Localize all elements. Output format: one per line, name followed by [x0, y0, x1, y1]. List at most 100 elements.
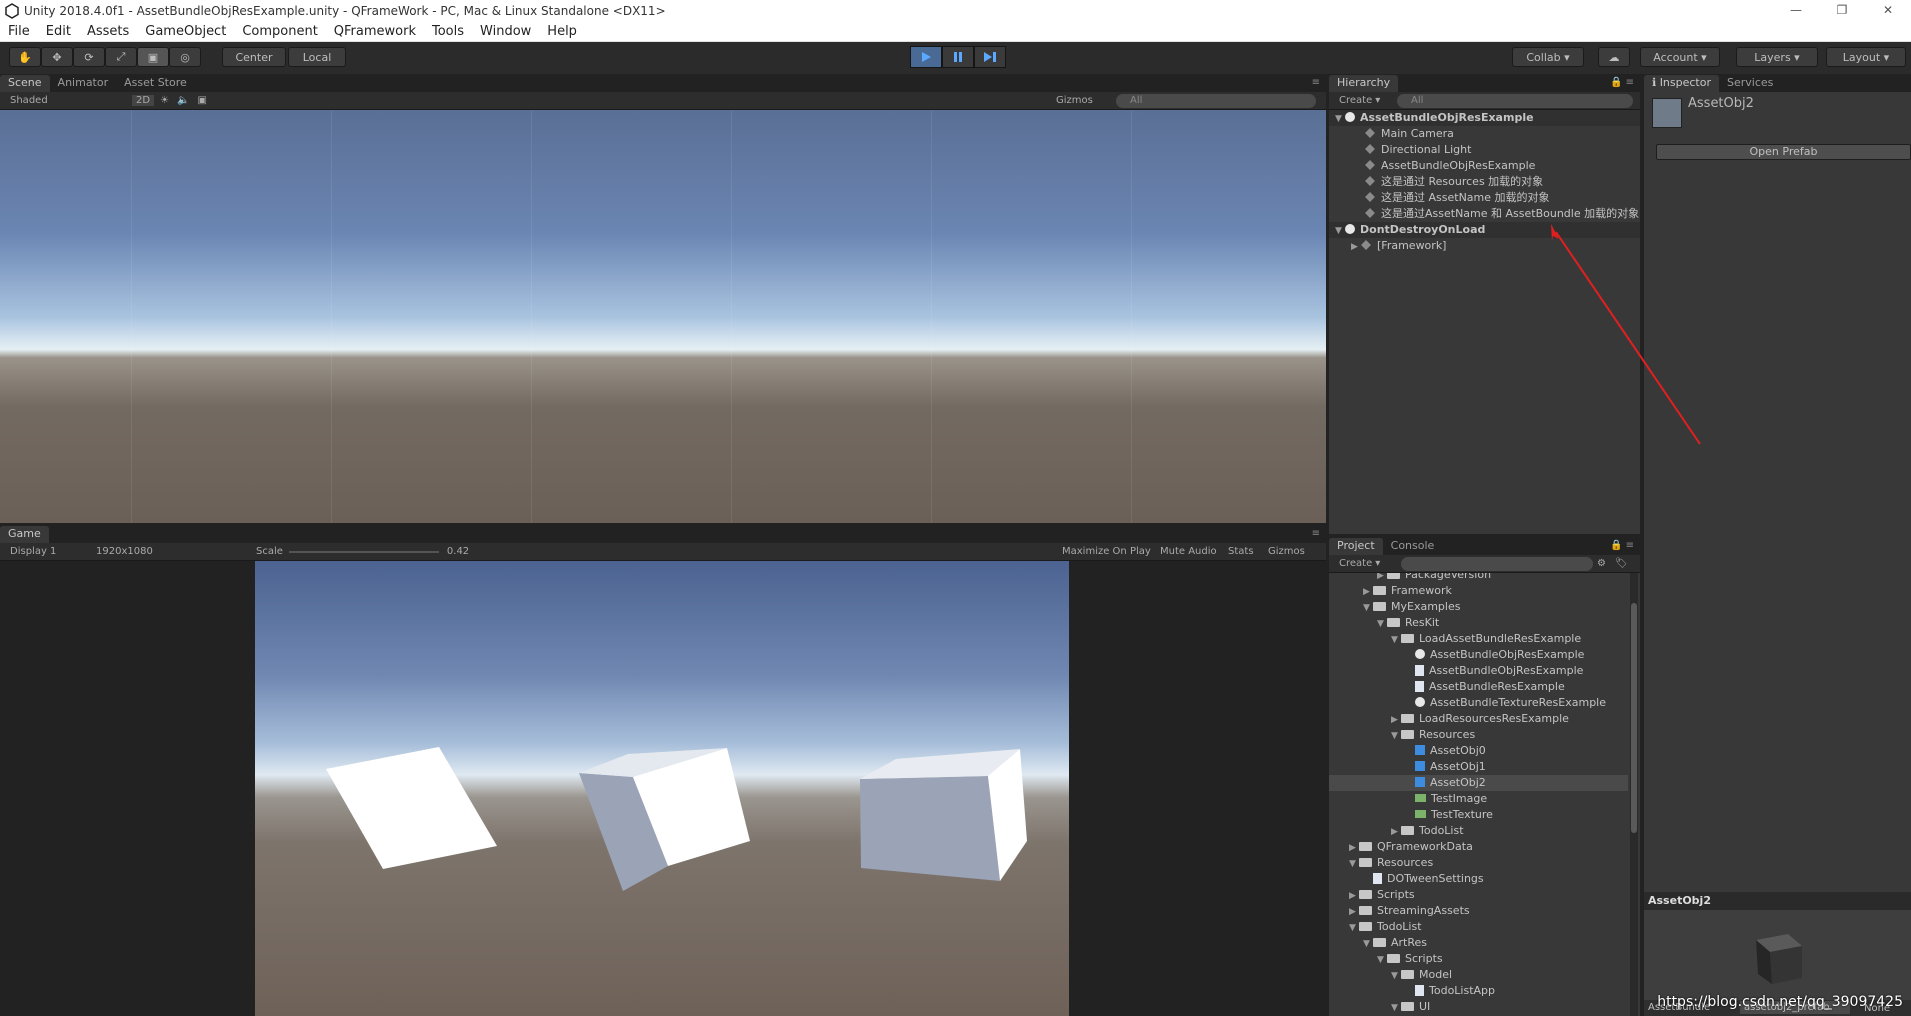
maximize-on-play-toggle[interactable]: Maximize On Play — [1062, 546, 1151, 557]
close-button[interactable]: ✕ — [1865, 0, 1911, 22]
play-button[interactable] — [910, 46, 942, 68]
expand-arrow-icon[interactable]: ▼ — [1391, 632, 1401, 648]
project-item[interactable]: ▼ TodoList — [1329, 919, 1628, 935]
expand-arrow-icon[interactable]: ▶ — [1363, 584, 1373, 600]
project-item[interactable]: ▼ Scripts — [1329, 951, 1628, 967]
tab-scene[interactable]: Scene — [0, 75, 50, 92]
project-item[interactable]: DOTweenSettings — [1329, 871, 1628, 887]
project-item[interactable]: ▼ Resources — [1329, 855, 1628, 871]
panel-menu-icon[interactable]: ≡ — [1312, 77, 1320, 88]
pivot-local-button[interactable]: Local — [288, 47, 346, 67]
project-item[interactable]: ▶ PackageVersion — [1329, 573, 1628, 583]
game-viewport[interactable] — [0, 561, 1326, 1016]
menu-window[interactable]: Window — [472, 24, 539, 39]
tab-console[interactable]: Console — [1383, 538, 1443, 555]
project-item[interactable]: AssetBundleTextureResExample — [1329, 695, 1628, 711]
project-item[interactable]: ▶ Scripts — [1329, 887, 1628, 903]
project-item[interactable]: ▶ StreamingAssets — [1329, 903, 1628, 919]
menu-tools[interactable]: Tools — [424, 24, 472, 39]
menu-qframework[interactable]: QFramework — [326, 24, 424, 39]
display-dropdown[interactable]: Display 1 — [10, 546, 84, 557]
2d-toggle[interactable]: 2D — [132, 95, 155, 106]
effects-toggle-icon[interactable]: ▣ — [197, 95, 206, 106]
expand-arrow-icon[interactable]: ▼ — [1335, 223, 1345, 239]
game-gizmos-dropdown[interactable]: Gizmos — [1268, 546, 1305, 557]
account-dropdown[interactable]: Account ▾ — [1640, 47, 1720, 67]
project-item[interactable]: ▼ Resources — [1329, 727, 1628, 743]
mute-audio-toggle[interactable]: Mute Audio — [1160, 546, 1217, 557]
lock-icon[interactable]: 🔒 ≡ — [1610, 540, 1634, 551]
expand-arrow-icon[interactable]: ▼ — [1349, 856, 1359, 872]
project-item[interactable]: TestTexture — [1329, 807, 1628, 823]
project-item[interactable]: AssetBundleResExample — [1329, 679, 1628, 695]
open-prefab-button[interactable]: Open Prefab — [1656, 144, 1911, 160]
expand-arrow-icon[interactable]: ▼ — [1377, 616, 1387, 632]
project-item[interactable]: ▶ LoadResourcesResExample — [1329, 711, 1628, 727]
project-item[interactable]: AssetBundleObjResExample — [1329, 647, 1628, 663]
transform-tool-icon[interactable]: ◎ — [169, 47, 201, 67]
hierarchy-item[interactable]: ▶ [Framework] — [1329, 238, 1640, 254]
tab-animator[interactable]: Animator — [50, 75, 117, 92]
scene-viewport[interactable] — [0, 110, 1326, 523]
menu-component[interactable]: Component — [234, 24, 325, 39]
expand-arrow-icon[interactable]: ▶ — [1351, 239, 1361, 255]
collab-dropdown[interactable]: Collab ▾ — [1512, 47, 1584, 67]
scale-slider[interactable] — [288, 550, 439, 553]
audio-toggle-icon[interactable]: 🔈 — [177, 95, 189, 106]
project-item[interactable]: ▼ LoadAssetBundleResExample — [1329, 631, 1628, 647]
panel-menu-icon[interactable]: ≡ — [1312, 528, 1320, 539]
minimize-button[interactable]: — — [1773, 0, 1819, 22]
project-item[interactable]: ▶ QFrameworkData — [1329, 839, 1628, 855]
shading-dropdown[interactable]: Shaded — [10, 95, 120, 106]
pause-button[interactable] — [942, 46, 974, 68]
hierarchy-scene-row[interactable]: ▼ AssetBundleObjResExample — [1329, 110, 1640, 126]
pivot-center-button[interactable]: Center — [222, 47, 286, 67]
project-search-input[interactable] — [1401, 557, 1593, 571]
expand-arrow-icon[interactable]: ▶ — [1391, 824, 1401, 840]
expand-arrow-icon[interactable]: ▼ — [1377, 952, 1387, 968]
menu-assets[interactable]: Assets — [79, 24, 137, 39]
project-create-button[interactable]: Create — [1339, 558, 1372, 569]
project-item[interactable]: ▶ TodoList — [1329, 823, 1628, 839]
layers-dropdown[interactable]: Layers ▾ — [1736, 47, 1818, 67]
project-item[interactable]: AssetObj1 — [1329, 759, 1628, 775]
expand-arrow-icon[interactable]: ▶ — [1349, 840, 1359, 856]
scale-tool-icon[interactable]: ⤢ — [105, 47, 137, 67]
rect-tool-icon[interactable]: ▣ — [137, 47, 169, 67]
step-button[interactable] — [974, 46, 1006, 68]
lock-icon[interactable]: 🔒 ≡ — [1610, 77, 1634, 88]
expand-arrow-icon[interactable]: ▼ — [1363, 600, 1373, 616]
project-item[interactable]: ▼ MyExamples — [1329, 599, 1628, 615]
hand-tool-icon[interactable]: ✋ — [9, 47, 41, 67]
layout-dropdown[interactable]: Layout ▾ — [1826, 47, 1906, 67]
filter-type-icon[interactable]: ⚙ — [1597, 558, 1606, 569]
project-item[interactable]: ▼ UI — [1329, 999, 1628, 1015]
expand-arrow-icon[interactable]: ▼ — [1391, 728, 1401, 744]
project-item[interactable]: TestImage — [1329, 791, 1628, 807]
project-item[interactable]: AssetBundleObjResExample — [1329, 663, 1628, 679]
rotate-tool-icon[interactable]: ⟳ — [73, 47, 105, 67]
cloud-icon[interactable]: ☁ — [1598, 47, 1630, 67]
project-item[interactable]: ▼ Model — [1329, 967, 1628, 983]
tab-inspector[interactable]: ℹ Inspector — [1644, 75, 1719, 92]
stats-toggle[interactable]: Stats — [1228, 546, 1254, 557]
project-scrollbar[interactable] — [1630, 573, 1638, 1016]
expand-arrow-icon[interactable]: ▼ — [1391, 1000, 1401, 1016]
lighting-toggle-icon[interactable]: ☀ — [160, 95, 169, 106]
expand-arrow-icon[interactable]: ▼ — [1349, 920, 1359, 936]
tab-services[interactable]: Services — [1719, 75, 1781, 92]
hierarchy-scene-row[interactable]: ▼ DontDestroyOnLoad — [1329, 222, 1640, 238]
expand-arrow-icon[interactable]: ▶ — [1391, 712, 1401, 728]
project-item[interactable]: ▶ Framework — [1329, 583, 1628, 599]
expand-arrow-icon[interactable]: ▼ — [1363, 936, 1373, 952]
hierarchy-item[interactable]: 这是通过AssetName 和 AssetBoundle 加载的对象 — [1329, 206, 1640, 222]
tab-asset-store[interactable]: Asset Store — [116, 75, 195, 92]
project-item[interactable]: ▼ ResKit — [1329, 615, 1628, 631]
maximize-button[interactable]: ❐ — [1819, 0, 1865, 22]
expand-arrow-icon[interactable]: ▼ — [1391, 968, 1401, 984]
hierarchy-item[interactable]: 这是通过 Resources 加载的对象 — [1329, 174, 1640, 190]
project-item[interactable]: ▼ ArtRes — [1329, 935, 1628, 951]
menu-edit[interactable]: Edit — [38, 24, 79, 39]
project-item[interactable]: AssetObj0 — [1329, 743, 1628, 759]
expand-arrow-icon[interactable]: ▶ — [1349, 904, 1359, 920]
